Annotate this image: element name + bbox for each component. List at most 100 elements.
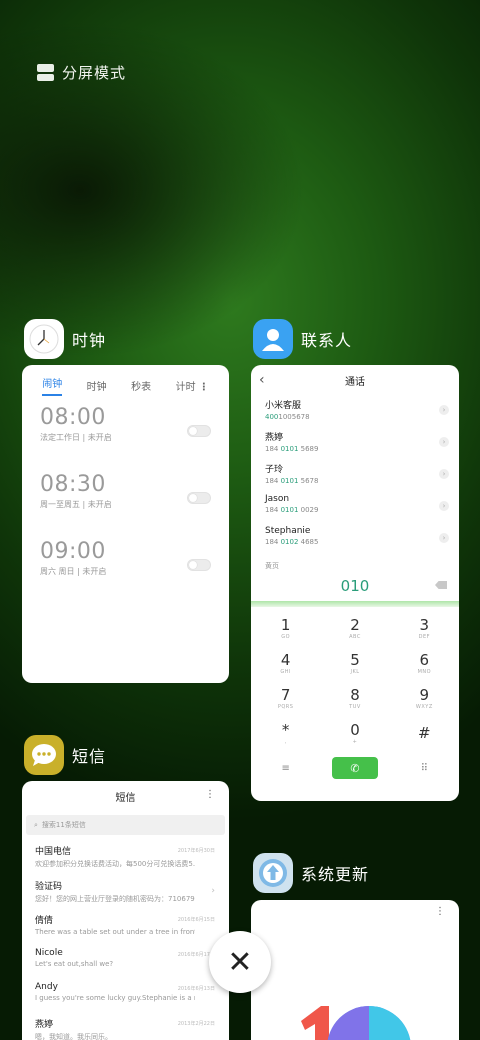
contact-number: 184 0101 5689: [265, 445, 319, 453]
clock-tabs: 闹钟 时钟 秒表 计时 ⋮: [22, 365, 229, 396]
alarm-item[interactable]: 09:00 周六 周日 | 未开启: [22, 539, 229, 596]
backspace-icon[interactable]: [435, 581, 447, 589]
contact-row[interactable]: 燕婷 184 0101 5689 ›: [251, 427, 459, 459]
message-row[interactable]: Andy I guess you're some lucky guy.Steph…: [22, 979, 229, 1014]
close-icon: ✕: [227, 944, 253, 980]
contact-row[interactable]: Stephanie 184 0102 4685 ›: [251, 523, 459, 555]
alarm-toggle[interactable]: [187, 492, 211, 504]
contact-number: 184 0101 0029: [265, 506, 319, 514]
dial-key-6[interactable]: 6 MNO: [390, 646, 459, 681]
dial-key-3[interactable]: 3 DEF: [390, 611, 459, 646]
chevron-right-icon[interactable]: ›: [439, 533, 449, 543]
more-icon[interactable]: ⋮: [435, 906, 445, 917]
dial-key-star[interactable]: *,: [251, 716, 320, 751]
contact-row[interactable]: 小米客服 4001005678 ›: [251, 395, 459, 427]
contact-number: 184 0101 5678: [265, 477, 319, 485]
alarm-time: 09:00: [40, 539, 106, 564]
search-icon: ⌕: [34, 820, 38, 829]
dial-key-2[interactable]: 2 ABC: [320, 611, 389, 646]
clock-icon: [24, 319, 64, 359]
contact-name: 小米客服: [265, 401, 302, 411]
chevron-right-icon[interactable]: ›: [439, 469, 449, 479]
contact-row[interactable]: 子玲 184 0101 5678 ›: [251, 459, 459, 491]
dial-keypad: 1 GO 2 ABC 3 DEF 4 GHI 5 JKL 6 MNO 7 PQRS 8 TUV …: [251, 607, 459, 751]
split-screen-icon: [37, 64, 54, 81]
dial-key-4[interactable]: 4 GHI: [251, 646, 320, 681]
alarm-item[interactable]: 08:30 周一至周五 | 未开启: [22, 472, 229, 529]
message-row[interactable]: Nicole Let's eat out,shall we? 2016年6月17…: [22, 945, 229, 980]
dial-key-1[interactable]: 1 GO: [251, 611, 320, 646]
alarm-repeat: 周六 周日 | 未开启: [40, 567, 107, 576]
message-preview: 您好！您的网上营业厅登录的随机密码为：710679...: [35, 894, 195, 903]
menu-icon[interactable]: ≡: [263, 763, 309, 774]
message-row[interactable]: 倩倩 There was a table set out under a tre…: [22, 910, 229, 945]
tab-alarm[interactable]: 闹钟: [42, 375, 63, 396]
app-name-clock: 时钟: [72, 331, 107, 350]
system-update-app-card[interactable]: ⋮: [251, 900, 459, 1040]
search-input[interactable]: ⌕ 搜索11条短信: [26, 815, 225, 835]
system-update-icon: [253, 853, 293, 893]
message-date: 2016年6月13日: [177, 986, 215, 992]
contact-number: 184 0102 4685: [265, 538, 319, 546]
message-date: 2017年6月30日: [177, 848, 215, 854]
more-icon[interactable]: ⋮: [199, 382, 209, 393]
tab-stopwatch[interactable]: 秒表: [131, 378, 151, 393]
split-screen-button[interactable]: 分屏模式: [37, 62, 126, 83]
dialer-header: ‹ 通话: [251, 365, 459, 395]
message-preview: Let's eat out,shall we?: [35, 959, 114, 968]
chevron-right-icon[interactable]: ›: [439, 437, 449, 447]
contact-name: 燕婷: [265, 433, 284, 443]
alarm-time: 08:00: [40, 405, 106, 430]
contact-name: Jason: [265, 494, 290, 504]
contact-name: Stephanie: [265, 526, 311, 536]
message-preview: I guess you're some lucky guy.Stephanie …: [35, 994, 195, 1002]
dial-key-5[interactable]: 5 JKL: [320, 646, 389, 681]
message-date: 2016年6月15日: [177, 917, 215, 923]
app-name-update: 系统更新: [301, 865, 370, 884]
tab-clock[interactable]: 时钟: [87, 378, 107, 393]
tab-timer[interactable]: 计时 ⋮: [176, 378, 209, 393]
chevron-right-icon[interactable]: ›: [439, 405, 449, 415]
contacts-app-card[interactable]: ‹ 通话 小米客服 4001005678 › 燕婷 184 0101 5689 …: [251, 365, 459, 801]
message-sender: 验证码: [35, 881, 63, 892]
keypad-icon[interactable]: ⠿: [401, 763, 447, 774]
dial-key-9[interactable]: 9 WXYZ: [390, 681, 459, 716]
alarm-toggle[interactable]: [187, 559, 211, 571]
contact-row[interactable]: Jason 184 0101 0029 ›: [251, 491, 459, 523]
alarm-toggle[interactable]: [187, 425, 211, 437]
messages-title: 短信: [115, 792, 136, 804]
messages-icon: [24, 735, 64, 775]
message-row[interactable]: 燕婷 嗯，我知道。我乐同乐。 2013年2月22日: [22, 1014, 229, 1040]
message-date: 2013年2月22日: [177, 1020, 215, 1027]
dial-key-8[interactable]: 8 TUV: [320, 681, 389, 716]
phone-icon: ✆: [350, 761, 360, 775]
dial-key-0[interactable]: 0 +: [320, 716, 389, 751]
app-name-messages: 短信: [72, 747, 107, 766]
message-preview: 嗯，我知道。我乐同乐。: [35, 1032, 112, 1040]
contact-number: 4001005678: [265, 413, 310, 421]
back-icon[interactable]: ‹: [259, 372, 265, 388]
contact-name: 子玲: [265, 465, 284, 475]
messages-header: 短信 ⋮: [22, 781, 229, 811]
dial-input: 010: [340, 577, 370, 595]
dialer-title: 通话: [345, 376, 365, 388]
app-header-contacts: 联系人: [253, 319, 352, 359]
more-icon[interactable]: ⋮: [205, 789, 215, 800]
chevron-right-icon[interactable]: ›: [439, 501, 449, 511]
message-preview: There was a table set out under a tree i…: [35, 928, 195, 936]
message-row[interactable]: 验证码 您好！您的网上营业厅登录的随机密码为：710679... ›: [22, 876, 229, 911]
alarm-item[interactable]: 08:00 法定工作日 | 未开启: [22, 405, 229, 462]
app-header-update: 系统更新: [253, 853, 369, 893]
alarm-repeat: 法定工作日 | 未开启: [40, 433, 112, 442]
clock-app-card[interactable]: 闹钟 时钟 秒表 计时 ⋮ 08:00 法定工作日 | 未开启 08:30 周一…: [22, 365, 229, 683]
contacts-icon: [253, 319, 293, 359]
alarm-time: 08:30: [40, 472, 106, 497]
message-row[interactable]: 中国电信 欢迎参加积分兑换话费活动，每500分可兑换话费5... 2017年6月…: [22, 841, 229, 876]
dial-key-7[interactable]: 7 PQRS: [251, 681, 320, 716]
call-button[interactable]: ✆: [331, 757, 378, 779]
dial-key-hash[interactable]: #: [390, 716, 459, 751]
close-all-button[interactable]: ✕: [209, 931, 271, 993]
dial-input-display: 010: [251, 571, 459, 601]
chevron-right-icon[interactable]: ›: [211, 886, 215, 896]
messages-app-card[interactable]: 短信 ⋮ ⌕ 搜索11条短信 中国电信 欢迎参加积分兑换话费活动，每500分可兑…: [22, 781, 229, 1040]
